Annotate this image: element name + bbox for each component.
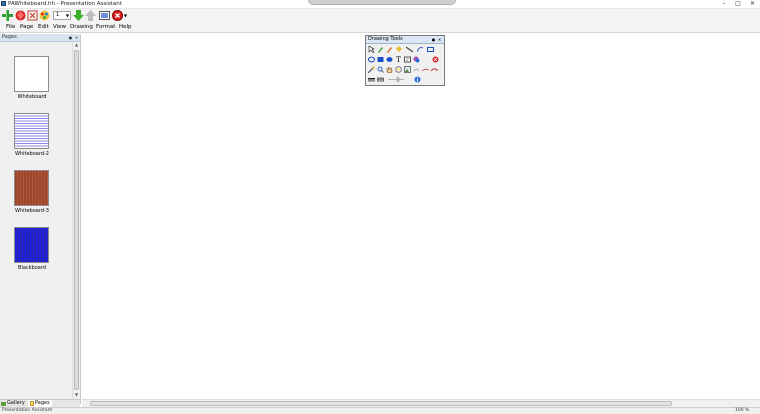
window-title: PAWhiteboard.hh - Presentation Assistant — [8, 1, 122, 7]
scroll-thumb[interactable] — [74, 50, 79, 390]
image-icon[interactable] — [404, 66, 411, 73]
pages-scrollbar[interactable]: ▲ ▼ — [72, 42, 80, 400]
page-thumbnail-blackboard[interactable] — [14, 227, 49, 263]
select-arrow-icon[interactable] — [368, 46, 375, 53]
menu-page[interactable]: Page — [20, 23, 33, 32]
hand-icon[interactable] — [386, 66, 393, 73]
curtain-icon[interactable] — [431, 66, 438, 73]
palette-header[interactable]: Drawing Tools ● ✕ — [366, 36, 444, 44]
add-page-icon[interactable] — [2, 10, 13, 21]
menu-drawing[interactable]: Drawing — [70, 23, 93, 32]
pages-panel: Pages ● ✕ Whiteboard Whiteboard-2 Whiteb… — [0, 34, 81, 404]
minimize-button[interactable]: – — [718, 0, 730, 7]
color-page-icon[interactable] — [39, 10, 50, 21]
page-label: Whiteboard-3 — [15, 208, 49, 214]
toolbar-overflow-icon[interactable]: ▼ — [123, 10, 128, 21]
drawing-tools-palette: Drawing Tools ● ✕ T — [365, 35, 445, 86]
fill-icon[interactable] — [395, 46, 402, 53]
tab-gallery-label: Gallery — [7, 400, 25, 406]
magic-wand-icon[interactable] — [368, 66, 375, 73]
spotlight-icon[interactable] — [395, 66, 402, 73]
pages-panel-header: Pages ● ✕ — [0, 34, 80, 42]
page-number-value: 1 — [56, 12, 60, 18]
app-icon — [1, 1, 6, 6]
page-label: Whiteboard — [17, 94, 47, 100]
color-icon[interactable] — [413, 56, 420, 63]
tab-pages[interactable]: Pages — [28, 400, 52, 407]
page-thumbnail-whiteboard-2[interactable] — [14, 113, 49, 149]
exit-icon[interactable] — [112, 10, 123, 21]
highlighter-icon[interactable] — [386, 46, 393, 53]
pages-icon — [30, 401, 34, 406]
tab-gallery[interactable]: Gallery — [1, 400, 25, 407]
page-number-select[interactable]: 1 ▼ — [53, 11, 71, 20]
line-width-icon[interactable] — [368, 76, 375, 83]
menu-file[interactable]: File — [6, 23, 15, 32]
scroll-thumb[interactable] — [90, 401, 672, 406]
scroll-up-icon[interactable]: ▲ — [73, 42, 80, 47]
delete-page-icon[interactable] — [15, 10, 26, 21]
maximize-button[interactable]: □ — [732, 0, 744, 7]
panel-tabs: Gallery Pages — [0, 399, 80, 407]
clear-page-icon[interactable] — [27, 10, 38, 21]
chevron-down-icon: ▼ — [65, 13, 69, 18]
pin-icon[interactable]: ● — [431, 37, 436, 42]
tab-pages-label: Pages — [35, 400, 50, 406]
page-thumbnail-whiteboard-3[interactable] — [14, 170, 49, 206]
previous-page-icon[interactable] — [85, 10, 96, 21]
fullscreen-icon[interactable] — [99, 10, 110, 21]
menu-edit[interactable]: Edit — [38, 23, 49, 32]
stop-icon[interactable] — [432, 56, 439, 63]
close-icon[interactable]: ✕ — [437, 37, 442, 42]
screen-icon[interactable] — [422, 66, 429, 73]
page-label: Blackboard — [18, 265, 46, 271]
menu-bar: File Page Edit View Drawing Format Help — [0, 23, 760, 33]
horizontal-scrollbar[interactable] — [82, 399, 760, 407]
info-icon[interactable] — [414, 76, 421, 83]
keyboard-icon[interactable] — [377, 76, 384, 83]
close-icon[interactable]: ✕ — [74, 35, 79, 40]
main-toolbar: 1 ▼ ▼ — [0, 9, 760, 23]
palette-title: Drawing Tools — [368, 36, 403, 42]
pen-icon[interactable] — [377, 46, 384, 53]
textbox-icon[interactable] — [404, 56, 411, 63]
ellipse-outline-icon[interactable] — [368, 56, 375, 63]
page-label: Whiteboard-2 — [15, 151, 49, 157]
pin-icon[interactable]: ● — [68, 35, 73, 40]
link-icon[interactable] — [413, 66, 420, 73]
slider-icon[interactable] — [388, 76, 404, 83]
menu-help[interactable]: Help — [119, 23, 132, 32]
ellipse-filled-icon[interactable] — [386, 56, 393, 63]
next-page-icon[interactable] — [73, 10, 84, 21]
rectangle-outline-icon[interactable] — [427, 46, 434, 53]
curve-icon[interactable] — [417, 46, 424, 53]
title-bar: PAWhiteboard.hh - Presentation Assistant… — [0, 0, 760, 9]
status-text: Presentation Assistant — [2, 408, 53, 413]
text-icon[interactable]: T — [395, 56, 402, 64]
menu-format[interactable]: Format — [96, 23, 115, 32]
gallery-icon — [1, 401, 6, 406]
pages-panel-title: Pages — [2, 34, 17, 40]
title-drag-handle[interactable] — [308, 0, 456, 5]
line-icon[interactable] — [406, 46, 413, 53]
whiteboard-canvas[interactable] — [82, 34, 760, 398]
scroll-down-icon[interactable]: ▼ — [73, 392, 80, 397]
close-button[interactable]: ✕ — [746, 0, 759, 7]
page-thumbnail-whiteboard[interactable] — [14, 56, 49, 92]
status-zoom: 100 % — [735, 408, 750, 413]
rectangle-filled-icon[interactable] — [377, 56, 384, 63]
menu-view[interactable]: View — [53, 23, 66, 32]
magnifier-icon[interactable] — [377, 66, 384, 73]
